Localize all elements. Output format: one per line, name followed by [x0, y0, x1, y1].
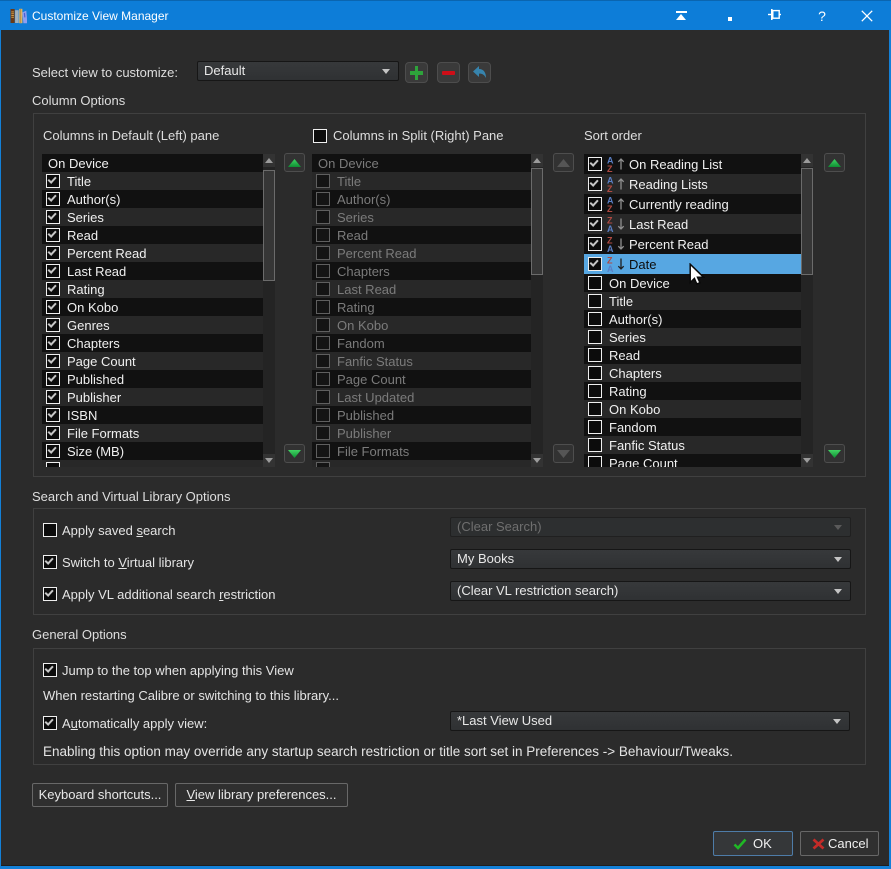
svg-text:A: A [607, 224, 614, 232]
svg-text:A: A [607, 264, 614, 272]
svg-text:Z: Z [607, 204, 613, 212]
svg-text:A: A [607, 244, 614, 252]
svg-text:Z: Z [607, 184, 613, 192]
svg-text:Z: Z [607, 164, 613, 172]
